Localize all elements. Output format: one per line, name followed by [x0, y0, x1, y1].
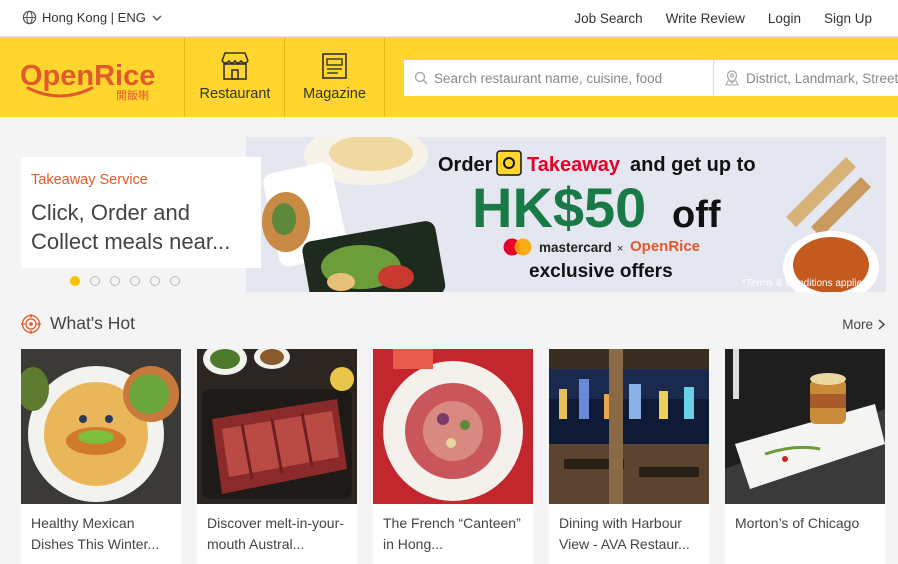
carousel-dot[interactable] [170, 276, 180, 286]
locale-label: Hong Kong | ENG [42, 10, 146, 25]
nav-restaurant[interactable]: Restaurant [184, 37, 285, 117]
hot-card[interactable]: The French “Canteen” in Hong... [373, 349, 533, 564]
card-image [21, 349, 181, 504]
carousel-dot[interactable] [110, 276, 120, 286]
hot-card[interactable]: Discover melt-in-your-mouth Austral... [197, 349, 357, 564]
main-header: OpenRice 開飯喇 Restaurant Magazine Search … [0, 37, 898, 117]
svg-text:exclusive offers: exclusive offers [529, 261, 673, 282]
card-image [197, 349, 357, 504]
carousel-dots [70, 276, 190, 286]
svg-text:off: off [672, 194, 721, 236]
card-image [549, 349, 709, 504]
nav-magazine[interactable]: Magazine [284, 37, 385, 117]
chevron-down-icon [152, 15, 162, 21]
search-icon [414, 71, 428, 85]
whats-hot-title: What's Hot [50, 313, 136, 333]
location-pin-icon [725, 70, 739, 86]
target-icon [21, 313, 41, 334]
svg-text:OpenRice: OpenRice [20, 60, 155, 92]
card-image [373, 349, 533, 504]
svg-text:and get up to: and get up to [630, 154, 756, 176]
svg-text:開飯喇: 開飯喇 [116, 88, 149, 102]
search-placeholder: Search restaurant name, cuisine, food [434, 70, 663, 86]
nav-magazine-label: Magazine [303, 86, 366, 102]
svg-text:×: × [617, 243, 623, 255]
card-image [725, 349, 885, 504]
search-bar: Search restaurant name, cuisine, food Di… [404, 60, 898, 96]
login-link[interactable]: Login [768, 11, 801, 26]
card-caption: Healthy Mexican Dishes This Winter... [31, 515, 160, 552]
svg-text:Takeaway: Takeaway [527, 154, 621, 176]
top-utility-bar: Hong Kong | ENG Job Search Write Review … [0, 0, 898, 37]
card-caption: The French “Canteen” in Hong... [383, 515, 521, 552]
banner-artwork: Order Takeaway and get up to HK$50 off m… [246, 137, 886, 292]
svg-text:mastercard: mastercard [539, 240, 612, 255]
hot-card[interactable]: Healthy Mexican Dishes This Winter... [21, 349, 181, 564]
more-label: More [842, 317, 873, 332]
district-placeholder: District, Landmark, Street [746, 70, 898, 86]
promo-category: Takeaway Service [31, 172, 148, 188]
promo-caption-card[interactable]: Takeaway Service Click, Order and Collec… [21, 157, 261, 268]
locale-selector[interactable]: Hong Kong | ENG [22, 10, 162, 25]
svg-text:Order: Order [438, 154, 493, 176]
top-links: Job Search Write Review Login Sign Up [551, 11, 872, 26]
openrice-logo[interactable]: OpenRice 開飯喇 [20, 52, 170, 102]
write-review-link[interactable]: Write Review [666, 11, 745, 26]
district-input[interactable]: District, Landmark, Street [714, 60, 898, 96]
sign-up-link[interactable]: Sign Up [824, 11, 872, 26]
chevron-right-icon [878, 319, 885, 330]
svg-text:OpenRice: OpenRice [630, 238, 700, 255]
storefront-icon [221, 52, 249, 80]
carousel-dot[interactable] [70, 276, 80, 286]
card-caption: Discover melt-in-your-mouth Austral... [207, 515, 344, 552]
carousel-dot[interactable] [90, 276, 100, 286]
svg-text:*Terms & Conditions applied: *Terms & Conditions applied [742, 278, 868, 289]
carousel-dot[interactable] [130, 276, 140, 286]
job-search-link[interactable]: Job Search [574, 11, 642, 26]
magazine-icon [321, 53, 347, 79]
promo-title: Click, Order and Collect meals near... [31, 200, 231, 254]
svg-text:HK$50: HK$50 [472, 176, 646, 239]
promo-banner[interactable]: Order Takeaway and get up to HK$50 off m… [246, 137, 886, 292]
card-caption: Morton’s of Chicago [735, 515, 860, 531]
nav-restaurant-label: Restaurant [199, 86, 271, 102]
hot-card[interactable]: Dining with Harbour View - AVA Restaur..… [549, 349, 709, 564]
carousel-dot[interactable] [150, 276, 160, 286]
search-input[interactable]: Search restaurant name, cuisine, food [404, 60, 714, 96]
globe-icon [22, 10, 37, 25]
hot-card[interactable]: Morton’s of Chicago [725, 349, 885, 564]
card-caption: Dining with Harbour View - AVA Restaur..… [559, 515, 690, 552]
more-link[interactable]: More [842, 317, 885, 332]
whats-hot-header: What's Hot [21, 313, 135, 334]
